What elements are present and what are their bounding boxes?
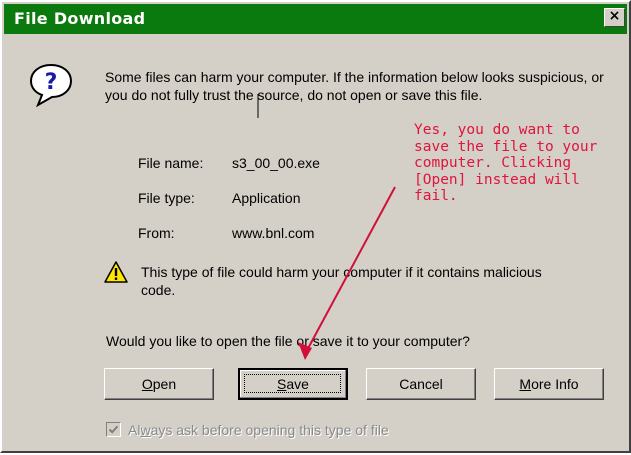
more-info-label-rest: ore Info: [531, 376, 579, 392]
cancel-button[interactable]: Cancel: [366, 368, 476, 400]
question-icon: ?: [29, 63, 73, 108]
from-label: From:: [138, 225, 175, 241]
file-name-label: File name:: [138, 155, 204, 171]
always-ask-label-pre: Al: [128, 422, 141, 438]
file-type-value: Application: [232, 190, 301, 206]
always-ask-checkbox[interactable]: [106, 422, 121, 437]
file-name-value: s3_00_00.exe: [232, 155, 320, 171]
cancel-label: Cancel: [399, 376, 443, 392]
always-ask-label-post: ays ask before opening this type of file: [150, 422, 389, 438]
save-button[interactable]: Save: [238, 368, 348, 400]
intro-message: Some files can harm your computer. If th…: [105, 69, 604, 103]
file-type-label: File type:: [138, 190, 195, 206]
save-label-rest: ave: [286, 376, 309, 392]
checkmark-icon: [108, 425, 119, 434]
title-bar[interactable]: File Download ×: [4, 4, 627, 34]
file-download-dialog: File Download × ? Some files can harm yo…: [0, 0, 631, 453]
window-title: File Download: [14, 9, 146, 28]
more-info-accel: M: [519, 376, 532, 392]
from-value: www.bnl.com: [232, 225, 315, 241]
always-ask-accel: w: [140, 422, 151, 438]
always-ask-label: Always ask before opening this type of f…: [128, 421, 389, 439]
open-label-rest: pen: [152, 376, 177, 392]
annotation-note: Yes, you do want to save the file to you…: [414, 122, 598, 204]
more-info-button[interactable]: More Info: [494, 368, 604, 400]
warning-message: This type of file could harm your comput…: [141, 264, 542, 298]
warning-icon: [104, 261, 128, 283]
svg-text:?: ?: [45, 70, 58, 95]
close-icon: ×: [608, 8, 621, 24]
close-button[interactable]: ×: [604, 8, 625, 27]
open-or-save-question: Would you like to open the file or save …: [106, 333, 470, 349]
save-accel: S: [277, 376, 287, 392]
open-accel: O: [141, 376, 153, 392]
open-button[interactable]: Open: [104, 368, 214, 400]
